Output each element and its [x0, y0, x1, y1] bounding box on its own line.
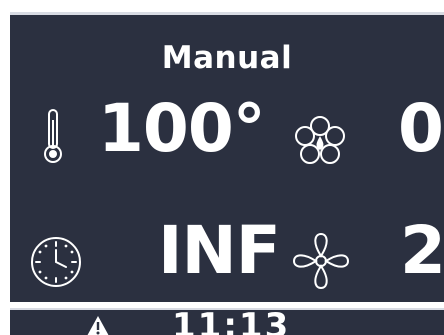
flower-icon [295, 116, 345, 164]
mode-title: Manual [161, 40, 293, 76]
airflow-value: 2 [400, 212, 444, 289]
thermometer-icon [44, 109, 62, 163]
timer-value: INF [158, 212, 281, 289]
clock-time: 11:13 [172, 308, 291, 335]
clock-icon [31, 237, 81, 287]
main-panel: Manual 100° 0 INF 2 [10, 12, 444, 302]
warning-triangle-icon [87, 316, 109, 335]
fan-icon [292, 232, 350, 290]
device-display: Manual 100° 0 INF 2 11:13 [0, 0, 444, 335]
temperature-value: 100° [98, 90, 266, 167]
fan-speed-value: 0 [398, 90, 444, 167]
top-divider [10, 12, 444, 15]
status-bar: 11:13 [10, 308, 444, 335]
